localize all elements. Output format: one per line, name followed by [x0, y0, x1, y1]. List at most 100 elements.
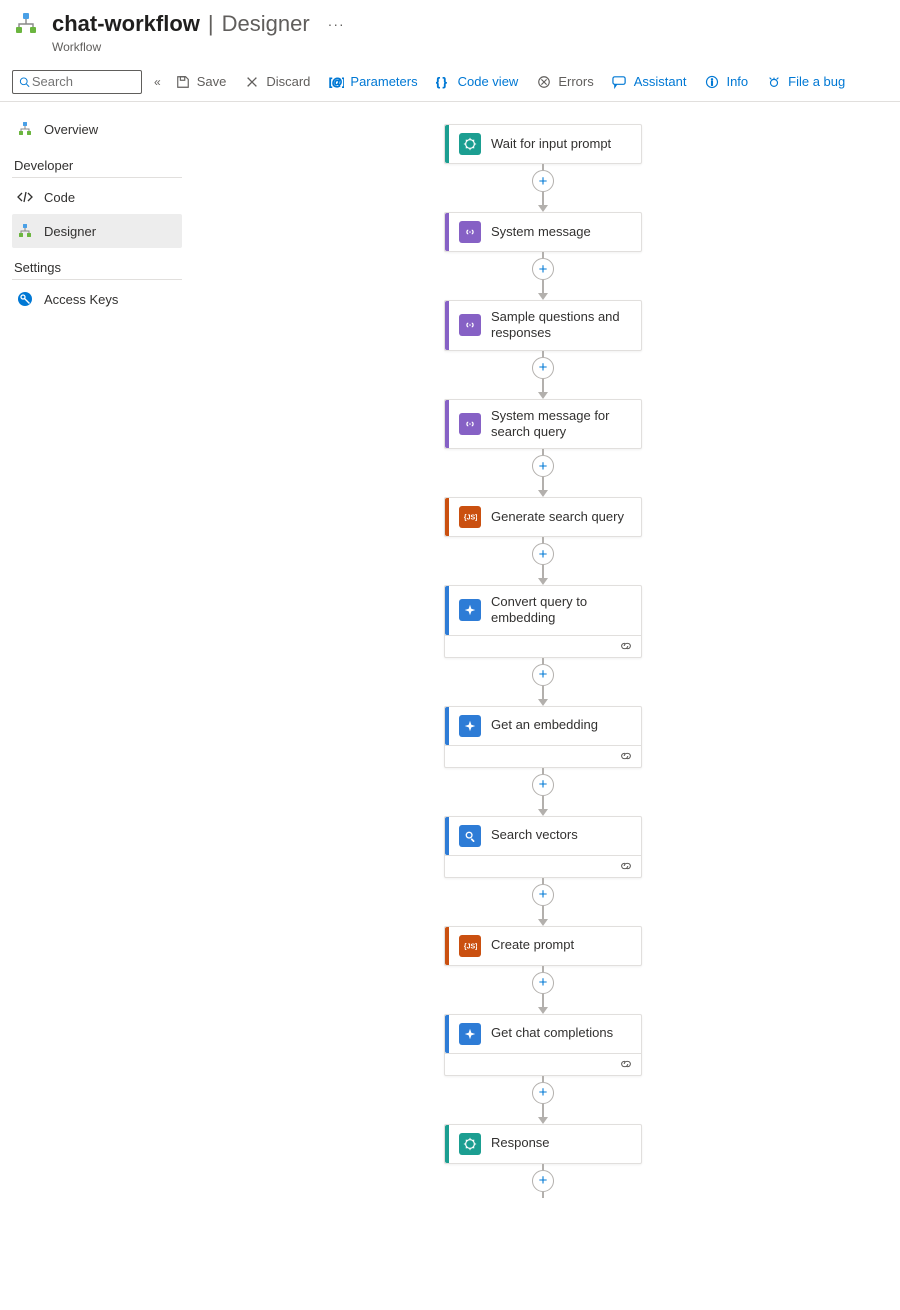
add-step-button[interactable]: +	[532, 774, 554, 796]
workflow-node[interactable]: Response	[444, 1124, 642, 1164]
save-icon	[175, 74, 191, 90]
assistant-button[interactable]: Assistant	[612, 74, 687, 90]
sidebar-group-developer: Developer	[14, 158, 182, 173]
arrow-icon	[538, 293, 548, 300]
connector: +	[532, 658, 554, 706]
arrow-icon	[538, 699, 548, 706]
connector: +	[532, 252, 554, 300]
info-button[interactable]: Info	[704, 74, 748, 90]
collapse-sidebar-button[interactable]: «	[154, 75, 161, 89]
connector: +	[532, 537, 554, 585]
node-label: Convert query to embedding	[491, 594, 631, 627]
sidebar-divider	[12, 279, 182, 280]
arrow-icon	[538, 809, 548, 816]
arrow-icon	[538, 1117, 548, 1124]
file-bug-button[interactable]: File a bug	[766, 74, 845, 90]
svg-text:{JS}: {JS}	[464, 515, 477, 522]
workflow-node[interactable]: Get an embedding	[444, 706, 642, 768]
workflow-icon	[12, 10, 40, 38]
search-input[interactable]	[30, 73, 135, 90]
workflow-node[interactable]: System message for search query	[444, 399, 642, 450]
connector: +	[532, 966, 554, 1014]
page-header: chat-workflow | Designer ···	[0, 0, 900, 42]
node-label: Wait for input prompt	[491, 136, 611, 152]
errors-button[interactable]: Errors	[536, 74, 593, 90]
access-keys-icon	[16, 290, 34, 308]
code-view-button[interactable]: { } Code view	[436, 74, 519, 90]
sidebar-item-designer[interactable]: Designer	[12, 214, 182, 248]
parameters-button[interactable]: [@] Parameters	[328, 74, 417, 90]
designer-canvas[interactable]: Wait for input prompt + System message + Sam…	[186, 102, 900, 1228]
add-step-button[interactable]: +	[532, 1082, 554, 1104]
link-icon	[619, 639, 633, 653]
arrow-icon	[538, 1007, 548, 1014]
add-step-button[interactable]: +	[532, 258, 554, 280]
request-icon	[459, 1133, 481, 1155]
node-label: Create prompt	[491, 937, 574, 953]
page-subtitle: Workflow	[52, 40, 900, 54]
more-menu[interactable]: ···	[328, 16, 345, 32]
workflow-node[interactable]: Sample questions and responses	[444, 300, 642, 351]
discard-icon	[244, 74, 260, 90]
add-step-button[interactable]: +	[532, 357, 554, 379]
connector: +	[532, 878, 554, 926]
code-icon	[16, 188, 34, 206]
js-icon: {JS}	[459, 935, 481, 957]
toolbar: « Save Discard [@] Parameters { } Code v…	[0, 62, 900, 102]
workflow-node[interactable]: Convert query to embedding	[444, 585, 642, 658]
add-step-button[interactable]: +	[532, 664, 554, 686]
add-step-button[interactable]: +	[532, 1170, 554, 1192]
errors-icon	[536, 74, 552, 90]
connector: +	[532, 164, 554, 212]
node-label: Get chat completions	[491, 1025, 613, 1041]
connector: +	[532, 351, 554, 399]
sidebar-item-overview[interactable]: Overview	[12, 112, 182, 146]
discard-button[interactable]: Discard	[244, 74, 310, 90]
sidebar: Overview Developer Code Designer Setting…	[0, 102, 186, 1228]
link-icon	[619, 859, 633, 873]
node-footer	[445, 855, 641, 877]
node-label: System message for search query	[491, 408, 631, 441]
link-icon	[619, 1057, 633, 1071]
compose-icon	[459, 221, 481, 243]
add-step-button[interactable]: +	[532, 543, 554, 565]
parameters-icon: [@]	[328, 74, 344, 90]
page-section: Designer	[222, 11, 310, 37]
workflow-node[interactable]: Wait for input prompt	[444, 124, 642, 164]
node-label: Get an embedding	[491, 717, 598, 733]
node-label: Search vectors	[491, 827, 578, 843]
connector: +	[532, 449, 554, 497]
compose-icon	[459, 314, 481, 336]
workflow-node[interactable]: System message	[444, 212, 642, 252]
sidebar-group-settings: Settings	[14, 260, 182, 275]
connector: +	[532, 1164, 554, 1198]
request-icon	[459, 133, 481, 155]
add-step-button[interactable]: +	[532, 170, 554, 192]
search-input-wrapper[interactable]	[12, 70, 142, 94]
add-step-button[interactable]: +	[532, 972, 554, 994]
workflow-node[interactable]: {JS}Generate search query	[444, 497, 642, 537]
save-button[interactable]: Save	[175, 74, 227, 90]
sidebar-divider	[12, 177, 182, 178]
designer-icon	[16, 222, 34, 240]
sidebar-item-code[interactable]: Code	[12, 180, 182, 214]
code-view-icon: { }	[436, 74, 452, 90]
workflow-node[interactable]: {JS} Create prompt	[444, 926, 642, 966]
sparkle-icon	[459, 1023, 481, 1045]
workflow-node[interactable]: Search vectors	[444, 816, 642, 878]
sidebar-item-access-keys[interactable]: Access Keys	[12, 282, 182, 316]
arrow-icon	[538, 578, 548, 585]
node-footer	[445, 1053, 641, 1075]
arrow-icon	[538, 205, 548, 212]
bug-icon	[766, 74, 782, 90]
node-label: Sample questions and responses	[491, 309, 631, 342]
search-icon	[459, 825, 481, 847]
add-step-button[interactable]: +	[532, 884, 554, 906]
workflow-node[interactable]: Get chat completions	[444, 1014, 642, 1076]
title-separator: |	[208, 11, 214, 37]
info-icon	[704, 74, 720, 90]
add-step-button[interactable]: +	[532, 455, 554, 477]
overview-icon	[16, 120, 34, 138]
node-footer	[445, 635, 641, 657]
page-title: chat-workflow	[52, 11, 200, 37]
